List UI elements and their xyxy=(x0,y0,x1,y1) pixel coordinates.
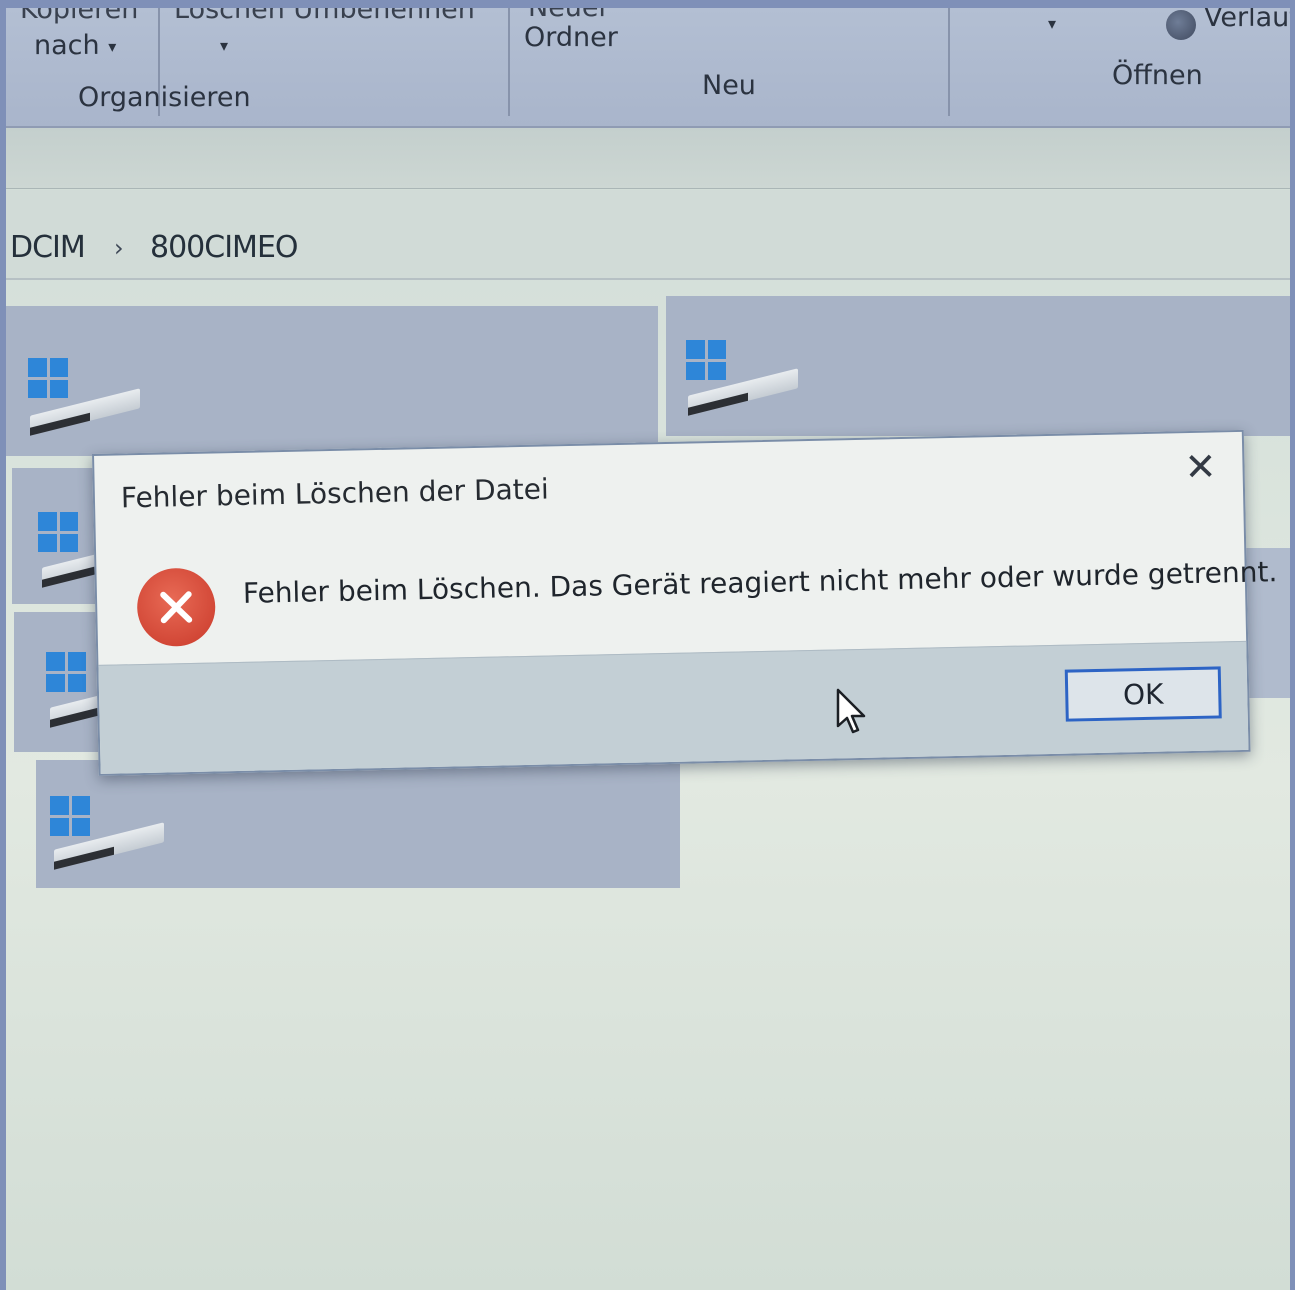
error-icon xyxy=(136,567,217,648)
dropdown-caret-icon: ▾ xyxy=(108,37,117,56)
ok-button[interactable]: OK xyxy=(1064,666,1222,722)
ribbon-divider xyxy=(948,8,950,116)
history-icon xyxy=(1166,10,1196,40)
drive-tile[interactable] xyxy=(12,468,152,604)
delete-rename-buttons[interactable]: Löschen Umbenennen xyxy=(174,8,475,25)
drive-tile[interactable] xyxy=(666,296,1290,436)
chevron-right-icon: › xyxy=(114,234,124,262)
toolbar-strip xyxy=(6,128,1290,189)
breadcrumb-item-folder[interactable]: 800CIMEO xyxy=(150,230,299,265)
group-label-new: Neu xyxy=(702,70,756,101)
copy-to-button-top-label[interactable]: Kopieren xyxy=(20,8,138,25)
dialog-footer: OK xyxy=(98,640,1249,774)
mouse-pointer-icon xyxy=(836,688,866,734)
breadcrumb-item-dcim[interactable]: DCIM xyxy=(10,230,86,265)
windows-logo-icon xyxy=(46,652,86,692)
history-button[interactable]: Verlauf xyxy=(1204,8,1290,33)
copy-to-label: nach xyxy=(34,30,100,61)
drive-tile[interactable] xyxy=(36,760,680,888)
ribbon-divider xyxy=(508,8,510,116)
dropdown-caret-icon[interactable]: ▾ xyxy=(220,36,228,55)
group-label-open: Öffnen xyxy=(1112,60,1203,91)
dialog-title: Fehler beim Löschen der Datei xyxy=(120,472,550,515)
dropdown-caret-icon[interactable]: ▾ xyxy=(1048,14,1056,33)
drive-tile[interactable] xyxy=(6,306,658,456)
ribbon: Kopieren nach ▾ Löschen Umbenennen ▾ Org… xyxy=(6,8,1290,128)
close-button[interactable]: ✕ xyxy=(1180,444,1221,489)
new-folder-top-label[interactable]: Neuer xyxy=(528,8,610,23)
drive-tile[interactable] xyxy=(14,612,160,752)
windows-logo-icon xyxy=(28,358,68,398)
windows-logo-icon xyxy=(50,796,90,836)
dialog-message: Fehler beim Löschen. Das Gerät reagiert … xyxy=(242,555,1278,610)
copy-to-button[interactable]: nach ▾ xyxy=(34,30,116,61)
error-dialog: Fehler beim Löschen der Datei ✕ Fehler b… xyxy=(92,429,1278,776)
windows-logo-icon xyxy=(686,340,726,380)
new-folder-button[interactable]: Ordner xyxy=(524,22,618,53)
windows-logo-icon xyxy=(38,512,78,552)
group-label-organize: Organisieren xyxy=(78,82,251,113)
